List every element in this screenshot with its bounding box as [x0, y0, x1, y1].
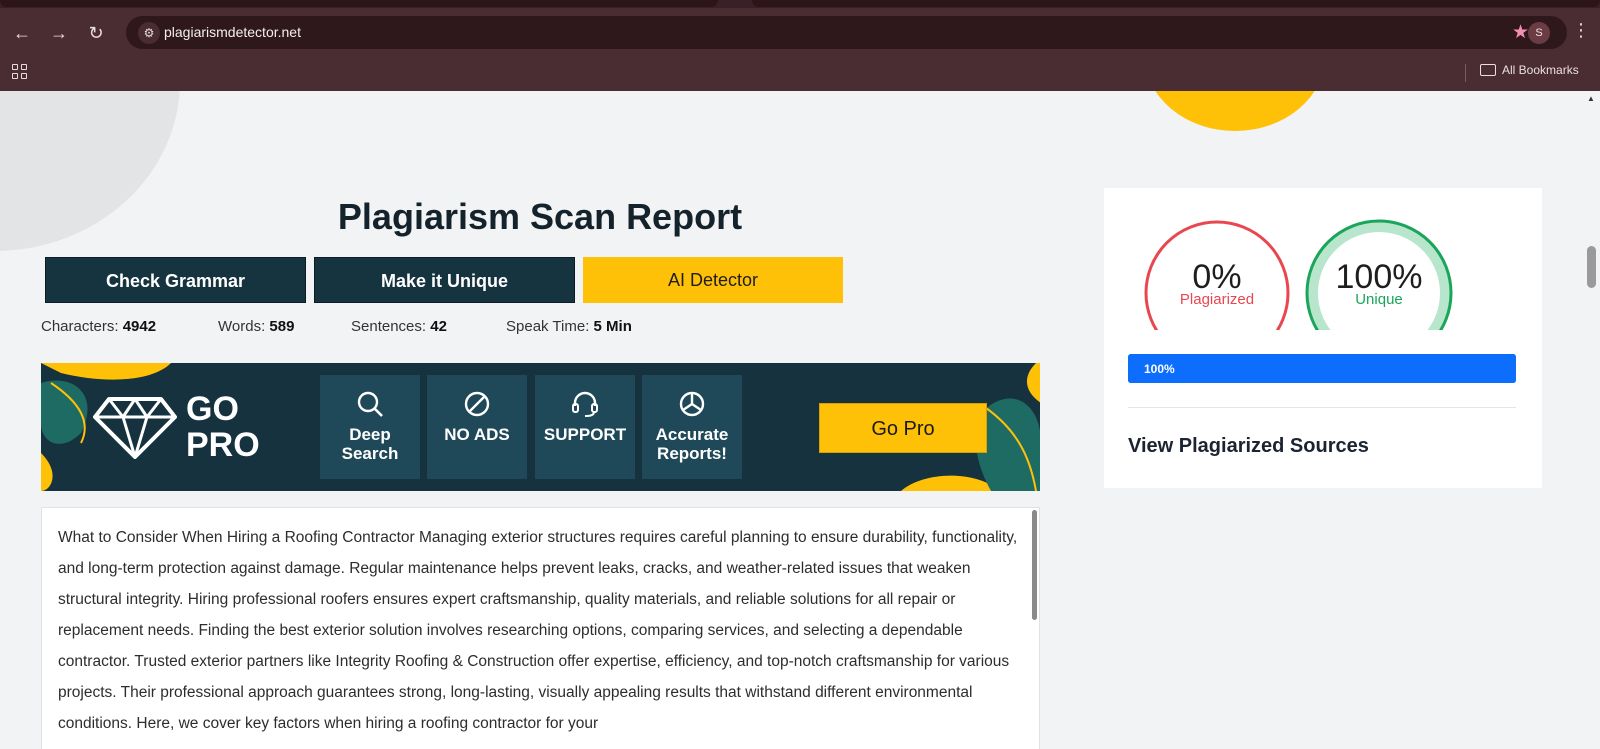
url-text[interactable]: plagiarismdetector.net — [164, 24, 301, 40]
scroll-up-arrow-icon[interactable]: ▲ — [1587, 94, 1595, 103]
plagiarized-gauge: 0% Plagiarized — [1142, 218, 1292, 330]
tab-active[interactable] — [752, 0, 1600, 7]
go-pro-banner: GO PRO Deep Search NO ADS SUPPORT Accura… — [41, 363, 1040, 491]
reload-icon[interactable]: ↻ — [84, 21, 108, 45]
diamond-icon — [93, 397, 177, 459]
progress-fill — [1128, 354, 1516, 383]
tab-inactive[interactable] — [0, 0, 718, 7]
page-scrollbar-thumb[interactable] — [1587, 246, 1596, 288]
feature-support: SUPPORT — [535, 375, 635, 479]
ai-detector-button[interactable]: AI Detector — [583, 257, 843, 303]
bookmarks-separator — [1465, 64, 1466, 82]
all-bookmarks-button[interactable]: All Bookmarks — [1480, 63, 1579, 77]
uniqueness-progress-bar: 100% — [1128, 354, 1516, 383]
search-icon — [357, 391, 383, 417]
text-box-scrollbar[interactable] — [1032, 510, 1037, 620]
bookmarks-bar: All Bookmarks — [0, 56, 1600, 91]
feature-accurate-reports: Accurate Reports! — [642, 375, 742, 479]
go-pro-heading: GO PRO — [186, 390, 260, 464]
stat-sentences: Sentences: 42 — [351, 318, 447, 335]
stat-speak-time: Speak Time: 5 Min — [506, 318, 632, 335]
stat-characters: Characters: 4942 — [41, 318, 157, 335]
plagiarized-label: Plagiarized — [1179, 291, 1255, 308]
decorative-yellow-circle — [1145, 91, 1325, 131]
site-info-icon[interactable]: ⚙ — [138, 22, 160, 44]
report-card: 0% Plagiarized 100% Unique 100% View Pla… — [1104, 188, 1542, 488]
make-unique-button[interactable]: Make it Unique — [314, 257, 575, 303]
profile-avatar[interactable]: S — [1528, 22, 1550, 44]
apps-grid-icon[interactable] — [12, 64, 28, 80]
unique-label: Unique — [1355, 291, 1403, 308]
go-pro-button[interactable]: Go Pro — [819, 403, 987, 453]
browser-toolbar: ← → ↻ ⚙ plagiarismdetector.net ★ S ⋮ — [0, 8, 1600, 56]
page-scrollbar[interactable]: ▲ — [1583, 91, 1600, 749]
progress-text: 100% — [1144, 362, 1175, 376]
address-bar[interactable]: ⚙ plagiarismdetector.net ★ — [126, 16, 1567, 49]
card-divider — [1128, 407, 1516, 408]
pie-chart-icon — [679, 391, 705, 417]
page-title: Plagiarism Scan Report — [337, 196, 743, 237]
forward-icon[interactable]: → — [47, 21, 71, 45]
stat-words: Words: 589 — [218, 318, 295, 335]
feature-no-ads: NO ADS — [427, 375, 527, 479]
view-plagiarized-sources-heading[interactable]: View Plagiarized Sources — [1128, 435, 1369, 458]
scanned-text-box[interactable]: What to Consider When Hiring a Roofing C… — [41, 507, 1040, 749]
check-grammar-button[interactable]: Check Grammar — [45, 257, 306, 303]
tab-strip — [0, 0, 1600, 8]
back-icon[interactable]: ← — [10, 21, 34, 45]
menu-kebab-icon[interactable]: ⋮ — [1572, 20, 1590, 41]
browser-chrome: ← → ↻ ⚙ plagiarismdetector.net ★ S ⋮ All… — [0, 0, 1600, 91]
headset-icon — [572, 391, 598, 417]
page-viewport: Plagiarism Scan Report Check Grammar Mak… — [0, 91, 1600, 749]
scanned-text: What to Consider When Hiring a Roofing C… — [58, 529, 1018, 732]
unique-gauge: 100% Unique — [1304, 218, 1454, 330]
all-bookmarks-label: All Bookmarks — [1502, 63, 1579, 77]
ban-icon — [464, 391, 490, 417]
folder-icon — [1480, 64, 1496, 76]
feature-deep-search: Deep Search — [320, 375, 420, 479]
bookmark-star-icon[interactable]: ★ — [1512, 21, 1529, 44]
